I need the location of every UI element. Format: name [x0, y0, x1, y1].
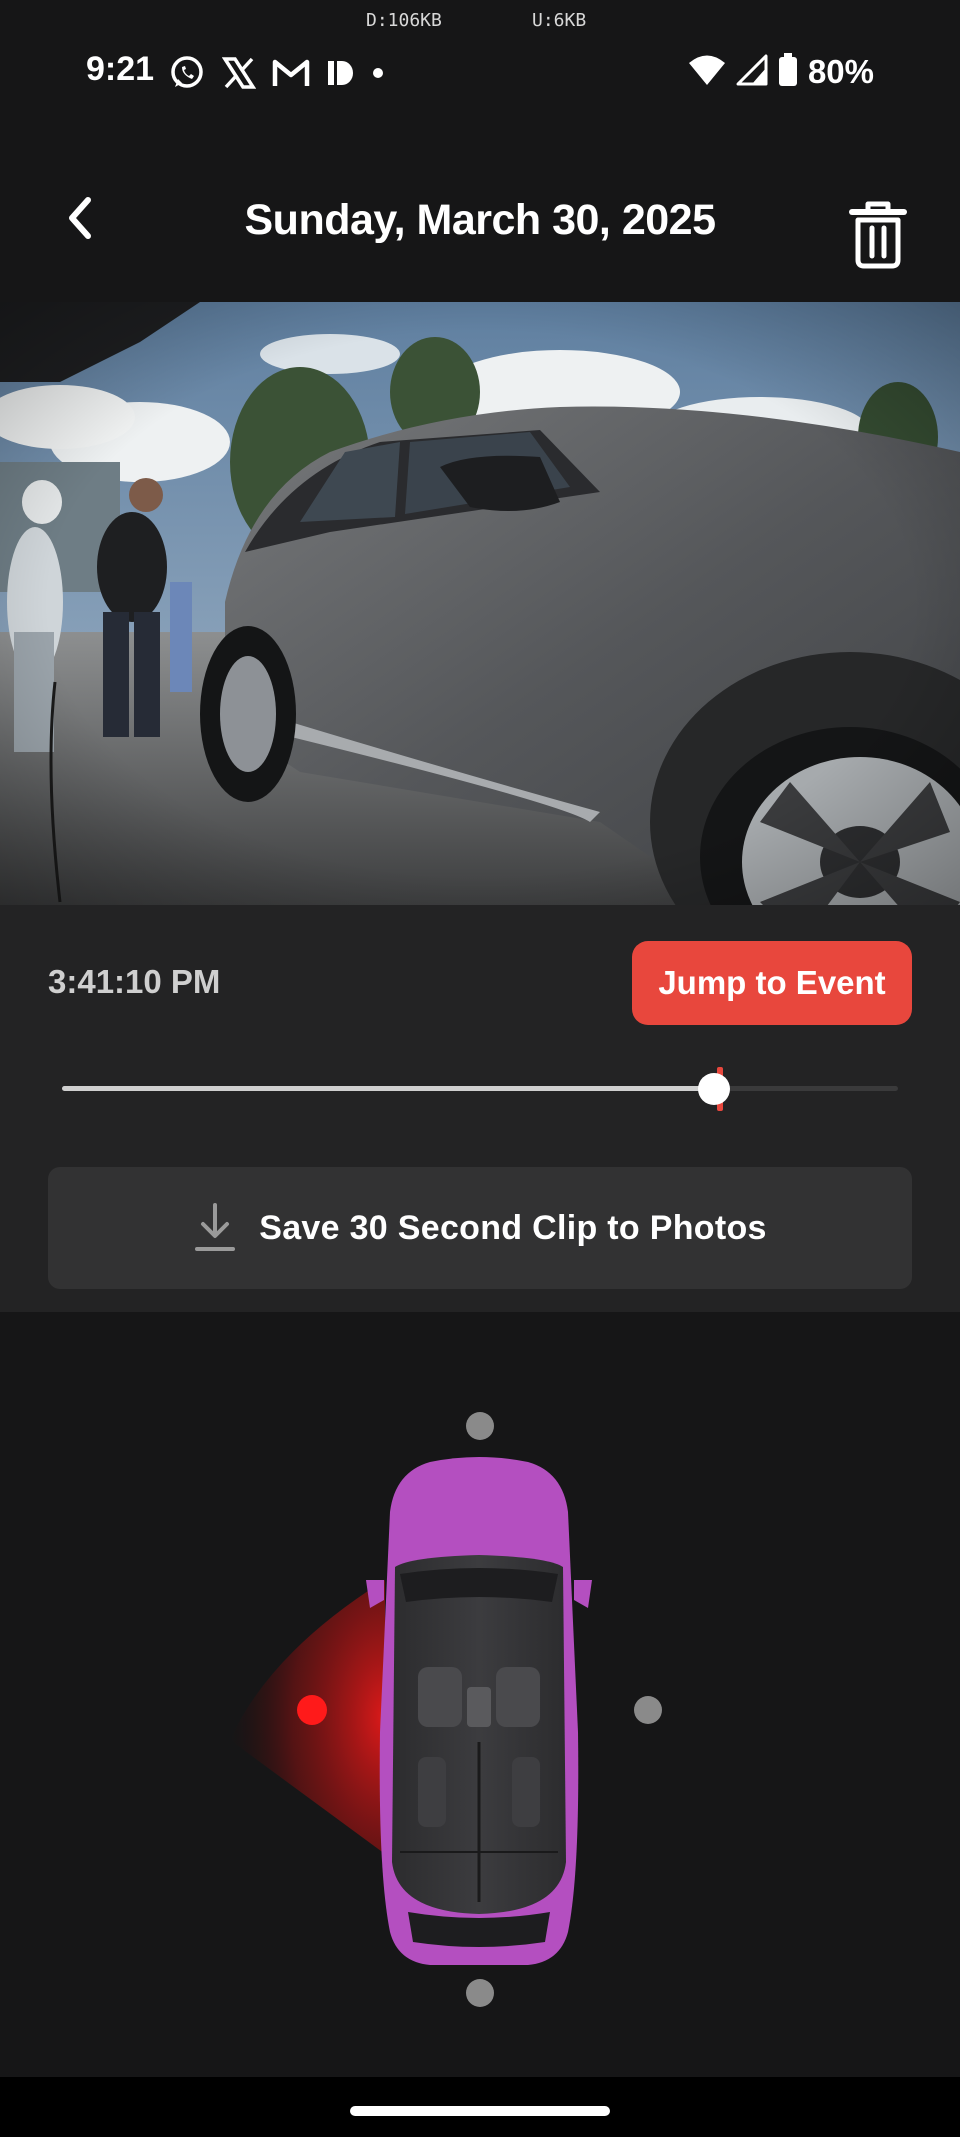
car-top-view — [366, 1457, 592, 1965]
header: Sunday, March 30, 2025 — [0, 160, 960, 290]
right-camera-indicator[interactable] — [634, 1696, 662, 1724]
save-clip-button[interactable]: Save 30 Second Clip to Photos — [48, 1167, 912, 1289]
app-icon — [326, 58, 354, 88]
navigation-bar — [0, 2077, 960, 2137]
download-speed: D:106KB — [366, 10, 442, 31]
front-camera-indicator[interactable] — [466, 1412, 494, 1440]
gmail-icon — [272, 58, 310, 88]
camera-footage-frame — [0, 302, 960, 905]
network-speed-indicator: D:106KB U:6KB — [0, 10, 960, 36]
x-icon — [222, 56, 256, 90]
jump-to-event-button[interactable]: Jump to Event — [632, 941, 912, 1025]
whatsapp-icon — [168, 54, 206, 92]
status-time: 9:21 — [86, 50, 155, 88]
upload-speed: U:6KB — [532, 10, 587, 31]
home-indicator[interactable] — [350, 2106, 610, 2116]
wifi-icon — [688, 54, 726, 91]
delete-button[interactable] — [846, 200, 910, 270]
left-camera-indicator[interactable] — [297, 1695, 327, 1725]
camera-footage[interactable] — [0, 302, 960, 905]
timeline-progress — [62, 1086, 715, 1091]
timeline-scrubber[interactable] — [62, 1065, 898, 1125]
save-clip-label: Save 30 Second Clip to Photos — [259, 1208, 767, 1247]
system-status-icons: 80% — [688, 50, 874, 94]
notification-icons — [168, 53, 386, 93]
rear-camera-indicator[interactable] — [466, 1979, 494, 2007]
page-title: Sunday, March 30, 2025 — [244, 196, 717, 244]
camera-position-diagram — [0, 1312, 960, 2077]
battery-icon — [778, 52, 798, 92]
timeline-thumb[interactable] — [698, 1073, 731, 1105]
status-bar: 9:21 80% — [0, 44, 960, 100]
playback-panel: 3:41:10 PM Jump to Event Save 30 Second … — [0, 905, 960, 1312]
dot-icon — [370, 65, 386, 81]
download-icon — [195, 1203, 236, 1251]
clip-timestamp: 3:41:10 PM — [48, 963, 221, 1000]
trash-icon — [849, 201, 907, 269]
signal-icon — [736, 54, 768, 91]
battery-percentage: 80% — [807, 53, 874, 90]
